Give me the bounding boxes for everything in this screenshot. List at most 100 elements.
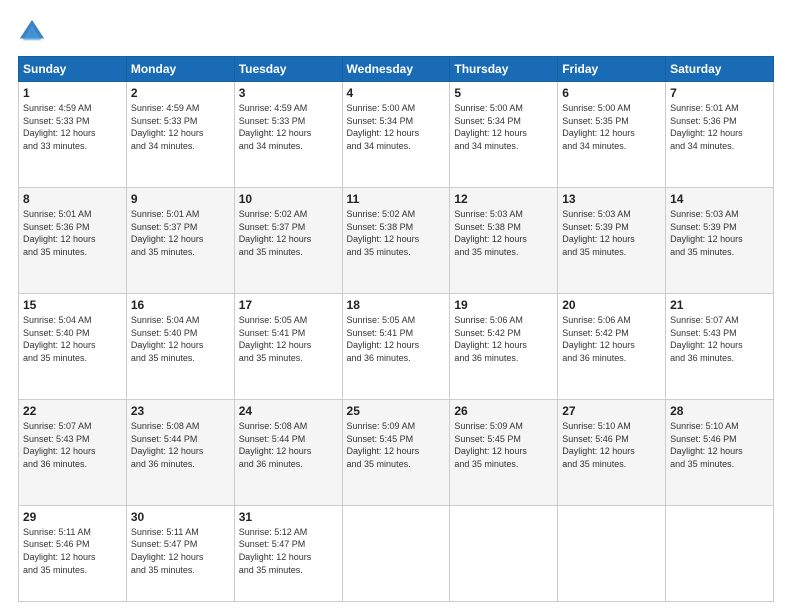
calendar-cell: 5 Sunrise: 5:00 AM Sunset: 5:34 PM Daylig… — [450, 82, 558, 188]
calendar-cell: 7 Sunrise: 5:01 AM Sunset: 5:36 PM Daylig… — [666, 82, 774, 188]
day-number: 14 — [670, 192, 769, 206]
day-number: 4 — [347, 86, 446, 100]
day-number: 18 — [347, 298, 446, 312]
day-info: Sunrise: 5:10 AM Sunset: 5:46 PM Dayligh… — [670, 420, 769, 470]
day-info: Sunrise: 5:01 AM Sunset: 5:37 PM Dayligh… — [131, 208, 230, 258]
calendar-cell: 2Sunrise: 4:59 AM Sunset: 5:33 PM Daylig… — [126, 82, 234, 188]
calendar-cell: 1 Sunrise: 4:59 AM Sunset: 5:33 PM Daylig… — [19, 82, 127, 188]
day-number: 5 — [454, 86, 553, 100]
calendar-cell: 16Sunrise: 5:04 AM Sunset: 5:40 PM Dayli… — [126, 293, 234, 399]
calendar-cell: 24 Sunrise: 5:08 AM Sunset: 5:44 PM Dayli… — [234, 399, 342, 505]
calendar-cell: 29 Sunrise: 5:11 AM Sunset: 5:46 PM Dayli… — [19, 505, 127, 601]
day-number: 29 — [23, 510, 122, 524]
calendar-cell: 21 Sunrise: 5:07 AM Sunset: 5:43 PM Dayli… — [666, 293, 774, 399]
calendar-cell: 6 Sunrise: 5:00 AM Sunset: 5:35 PM Daylig… — [558, 82, 666, 188]
day-number: 3 — [239, 86, 338, 100]
calendar-cell: 23 Sunrise: 5:08 AM Sunset: 5:44 PM Dayli… — [126, 399, 234, 505]
logo — [18, 18, 50, 46]
logo-icon — [18, 18, 46, 46]
day-number: 30 — [131, 510, 230, 524]
day-info: Sunrise: 5:11 AM Sunset: 5:46 PM Dayligh… — [23, 526, 122, 576]
calendar-cell: 17 Sunrise: 5:05 AM Sunset: 5:41 PM Dayli… — [234, 293, 342, 399]
calendar-cell: 22 Sunrise: 5:07 AM Sunset: 5:43 PM Dayli… — [19, 399, 127, 505]
calendar-cell — [450, 505, 558, 601]
calendar-cell: 8 Sunrise: 5:01 AM Sunset: 5:36 PM Daylig… — [19, 187, 127, 293]
calendar-header-wednesday: Wednesday — [342, 57, 450, 82]
day-info: Sunrise: 5:02 AM Sunset: 5:38 PM Dayligh… — [347, 208, 446, 258]
calendar-cell: 14 Sunrise: 5:03 AM Sunset: 5:39 PM Dayli… — [666, 187, 774, 293]
calendar-header-row: SundayMondayTuesdayWednesdayThursdayFrid… — [19, 57, 774, 82]
day-info: Sunrise: 5:06 AM Sunset: 5:42 PM Dayligh… — [562, 314, 661, 364]
day-number: 21 — [670, 298, 769, 312]
day-number: 27 — [562, 404, 661, 418]
calendar-cell: 26Sunrise: 5:09 AM Sunset: 5:45 PM Dayli… — [450, 399, 558, 505]
calendar-cell: 20 Sunrise: 5:06 AM Sunset: 5:42 PM Dayli… — [558, 293, 666, 399]
day-number: 8 — [23, 192, 122, 206]
day-number: 24 — [239, 404, 338, 418]
day-number: 12 — [454, 192, 553, 206]
day-number: 26 — [454, 404, 553, 418]
day-info: Sunrise: 5:00 AM Sunset: 5:34 PM Dayligh… — [454, 102, 553, 152]
calendar-cell: 3 Sunrise: 4:59 AM Sunset: 5:33 PM Daylig… — [234, 82, 342, 188]
day-info: Sunrise: 5:08 AM Sunset: 5:44 PM Dayligh… — [131, 420, 230, 470]
calendar-cell: 27 Sunrise: 5:10 AM Sunset: 5:46 PM Dayli… — [558, 399, 666, 505]
day-number: 20 — [562, 298, 661, 312]
day-info: Sunrise: 5:01 AM Sunset: 5:36 PM Dayligh… — [23, 208, 122, 258]
day-info: Sunrise: 4:59 AM Sunset: 5:33 PM Dayligh… — [23, 102, 122, 152]
day-number: 10 — [239, 192, 338, 206]
day-number: 23 — [131, 404, 230, 418]
day-number: 13 — [562, 192, 661, 206]
calendar-cell: 18 Sunrise: 5:05 AM Sunset: 5:41 PM Dayli… — [342, 293, 450, 399]
day-info: Sunrise: 4:59 AM Sunset: 5:33 PM Dayligh… — [239, 102, 338, 152]
header — [18, 18, 774, 46]
page: SundayMondayTuesdayWednesdayThursdayFrid… — [0, 0, 792, 612]
day-number: 1 — [23, 86, 122, 100]
day-number: 15 — [23, 298, 122, 312]
day-number: 6 — [562, 86, 661, 100]
day-info: Sunrise: 5:08 AM Sunset: 5:44 PM Dayligh… — [239, 420, 338, 470]
day-info: Sunrise: 5:07 AM Sunset: 5:43 PM Dayligh… — [23, 420, 122, 470]
calendar-header-monday: Monday — [126, 57, 234, 82]
calendar-cell — [666, 505, 774, 601]
day-info: Sunrise: 5:09 AM Sunset: 5:45 PM Dayligh… — [347, 420, 446, 470]
day-number: 22 — [23, 404, 122, 418]
calendar-cell: 31Sunrise: 5:12 AM Sunset: 5:47 PM Dayli… — [234, 505, 342, 601]
day-info: Sunrise: 5:02 AM Sunset: 5:37 PM Dayligh… — [239, 208, 338, 258]
day-info: Sunrise: 5:10 AM Sunset: 5:46 PM Dayligh… — [562, 420, 661, 470]
day-info: Sunrise: 5:00 AM Sunset: 5:35 PM Dayligh… — [562, 102, 661, 152]
day-info: Sunrise: 5:04 AM Sunset: 5:40 PM Dayligh… — [23, 314, 122, 364]
day-info: Sunrise: 5:03 AM Sunset: 5:39 PM Dayligh… — [562, 208, 661, 258]
calendar-cell: 15 Sunrise: 5:04 AM Sunset: 5:40 PM Dayli… — [19, 293, 127, 399]
day-info: Sunrise: 5:03 AM Sunset: 5:38 PM Dayligh… — [454, 208, 553, 258]
calendar-header-thursday: Thursday — [450, 57, 558, 82]
day-info: Sunrise: 5:05 AM Sunset: 5:41 PM Dayligh… — [239, 314, 338, 364]
day-number: 11 — [347, 192, 446, 206]
calendar-cell: 12 Sunrise: 5:03 AM Sunset: 5:38 PM Dayli… — [450, 187, 558, 293]
calendar-cell — [558, 505, 666, 601]
calendar-header-friday: Friday — [558, 57, 666, 82]
calendar-cell: 11 Sunrise: 5:02 AM Sunset: 5:38 PM Dayli… — [342, 187, 450, 293]
day-number: 2 — [131, 86, 230, 100]
day-info: Sunrise: 5:07 AM Sunset: 5:43 PM Dayligh… — [670, 314, 769, 364]
day-number: 28 — [670, 404, 769, 418]
day-info: Sunrise: 5:05 AM Sunset: 5:41 PM Dayligh… — [347, 314, 446, 364]
day-info: Sunrise: 5:04 AM Sunset: 5:40 PM Dayligh… — [131, 314, 230, 364]
day-number: 7 — [670, 86, 769, 100]
calendar-cell: 30 Sunrise: 5:11 AM Sunset: 5:47 PM Dayli… — [126, 505, 234, 601]
day-info: Sunrise: 5:06 AM Sunset: 5:42 PM Dayligh… — [454, 314, 553, 364]
calendar-header-saturday: Saturday — [666, 57, 774, 82]
day-number: 9 — [131, 192, 230, 206]
calendar-cell: 9 Sunrise: 5:01 AM Sunset: 5:37 PM Daylig… — [126, 187, 234, 293]
day-number: 19 — [454, 298, 553, 312]
day-info: Sunrise: 5:11 AM Sunset: 5:47 PM Dayligh… — [131, 526, 230, 576]
calendar-table: SundayMondayTuesdayWednesdayThursdayFrid… — [18, 56, 774, 602]
calendar-cell: 19 Sunrise: 5:06 AM Sunset: 5:42 PM Dayli… — [450, 293, 558, 399]
calendar-cell: 25Sunrise: 5:09 AM Sunset: 5:45 PM Dayli… — [342, 399, 450, 505]
calendar-cell — [342, 505, 450, 601]
day-info: Sunrise: 5:12 AM Sunset: 5:47 PM Dayligh… — [239, 526, 338, 576]
calendar-header-tuesday: Tuesday — [234, 57, 342, 82]
day-info: Sunrise: 5:03 AM Sunset: 5:39 PM Dayligh… — [670, 208, 769, 258]
day-info: Sunrise: 5:01 AM Sunset: 5:36 PM Dayligh… — [670, 102, 769, 152]
day-number: 17 — [239, 298, 338, 312]
calendar-cell: 13 Sunrise: 5:03 AM Sunset: 5:39 PM Dayli… — [558, 187, 666, 293]
